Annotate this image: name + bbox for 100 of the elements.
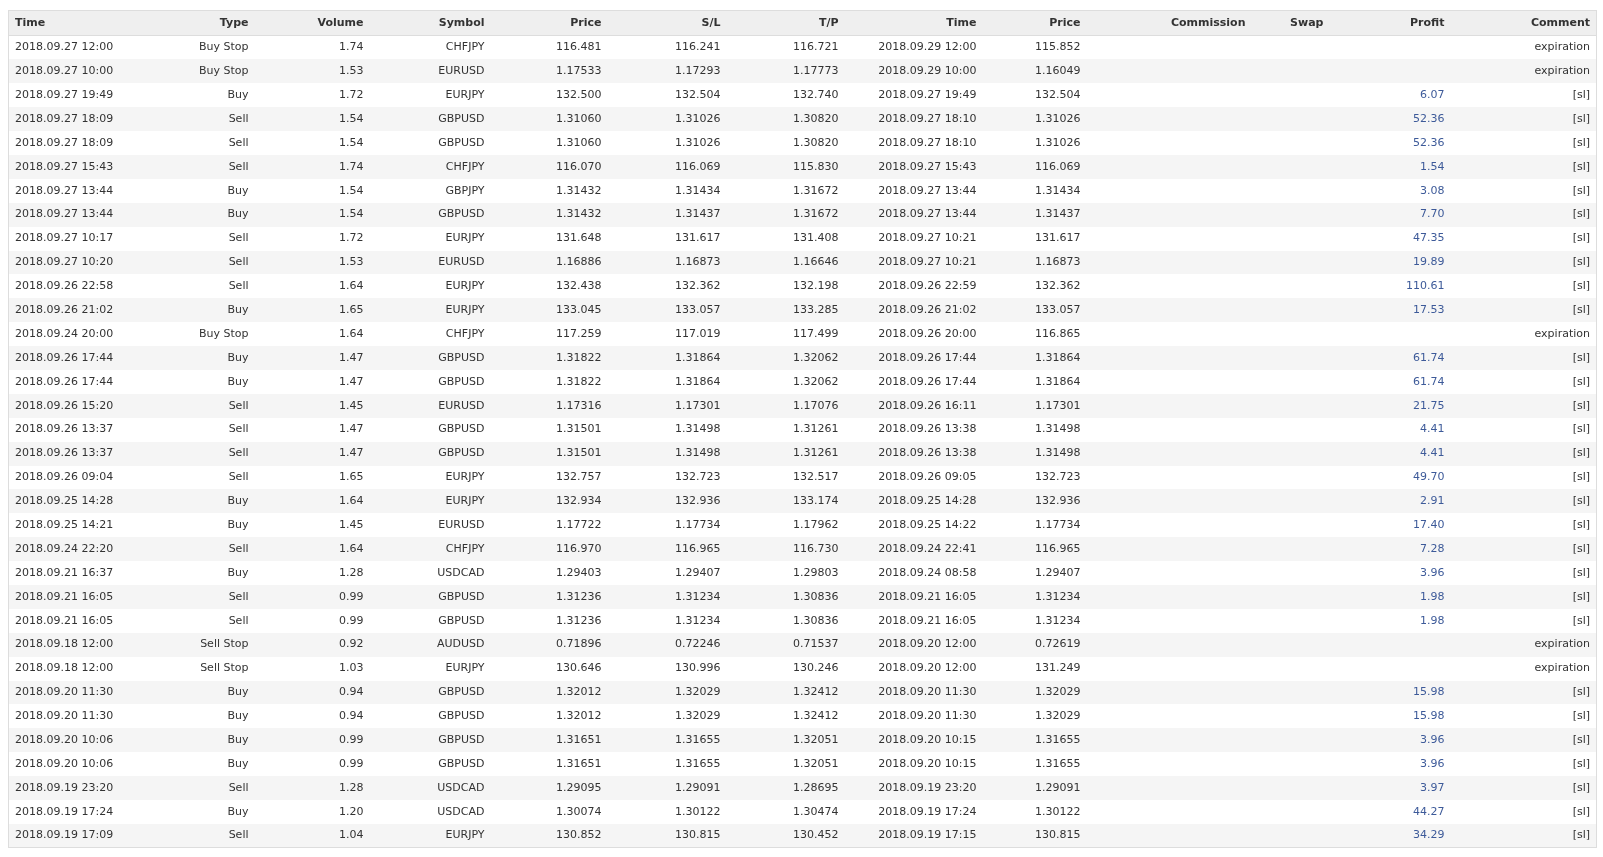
table-cell: 1.32012 — [490, 680, 608, 705]
table-cell: GBPUSD — [369, 131, 491, 155]
table-cell: 0.72246 — [607, 632, 727, 657]
table-cell: [sl] — [1450, 154, 1597, 179]
table-cell: 2018.09.20 10:06 — [8, 728, 119, 753]
table-cell: GBPUSD — [369, 441, 491, 466]
table-cell: 2018.09.19 23:20 — [844, 776, 983, 800]
table-cell: Sell Stop — [118, 656, 255, 681]
table-cell: Buy — [118, 369, 255, 394]
table-cell: 1.54 — [1329, 154, 1451, 179]
table-cell: 2018.09.20 12:00 — [844, 632, 983, 657]
table-cell: 1.32051 — [726, 752, 845, 777]
table-cell: 2018.09.21 16:37 — [8, 561, 119, 585]
table-cell: GBPUSD — [369, 417, 491, 442]
table-cell: 0.94 — [254, 680, 370, 705]
table-cell: [sl] — [1450, 202, 1597, 227]
table-cell: 130.996 — [607, 656, 727, 681]
table-cell: 130.815 — [982, 823, 1087, 848]
table-cell: 1.17962 — [726, 513, 845, 538]
table-cell: 0.99 — [254, 752, 370, 777]
table-cell: Sell — [118, 465, 255, 490]
column-header: S/L — [607, 10, 727, 36]
table-cell: 1.72 — [254, 83, 370, 108]
table-cell: 131.617 — [607, 226, 727, 251]
table-cell: EURJPY — [369, 226, 491, 251]
table-cell: 52.36 — [1329, 131, 1451, 155]
table-cell: [sl] — [1450, 298, 1597, 323]
table-cell: 1.32029 — [607, 704, 727, 729]
table-cell: 2018.09.20 10:06 — [8, 752, 119, 777]
table-cell: 2018.09.26 21:02 — [844, 298, 983, 323]
table-cell: 1.31864 — [982, 369, 1087, 394]
table-cell: [sl] — [1450, 561, 1597, 585]
table-cell: 1.31026 — [607, 131, 727, 155]
table-cell: 2018.09.26 20:00 — [844, 322, 983, 347]
column-header: Type — [118, 10, 255, 36]
table-cell: 1.32051 — [726, 728, 845, 753]
table-cell: 2018.09.18 12:00 — [8, 632, 119, 657]
table-cell: 131.648 — [490, 226, 608, 251]
table-cell: 2018.09.20 11:30 — [8, 680, 119, 705]
table-cell: EURJPY — [369, 656, 491, 681]
table-cell: 1.17722 — [490, 513, 608, 538]
table-cell: 131.408 — [726, 226, 845, 251]
table-cell: 1.31864 — [607, 369, 727, 394]
table-cell: 1.31651 — [490, 728, 608, 753]
table-cell: 2018.09.24 20:00 — [8, 322, 119, 347]
table-cell: Sell — [118, 417, 255, 442]
table-cell: [sl] — [1450, 226, 1597, 251]
table-cell: EURJPY — [369, 298, 491, 323]
table-cell: 1.31864 — [607, 346, 727, 370]
table-cell: 2018.09.26 09:05 — [844, 465, 983, 490]
table-cell: 1.28 — [254, 776, 370, 800]
table-cell: [sl] — [1450, 704, 1597, 729]
table-cell: 1.53 — [254, 250, 370, 275]
table-cell: Sell — [118, 585, 255, 609]
table-cell: Sell — [118, 274, 255, 299]
table-cell: 1.31432 — [490, 178, 608, 203]
table-cell: 1.29403 — [490, 561, 608, 585]
table-cell: 132.500 — [490, 83, 608, 108]
table-cell: 2018.09.26 13:37 — [8, 417, 119, 442]
table-cell: 1.31822 — [490, 369, 608, 394]
table-cell: 1.47 — [254, 369, 370, 394]
table-cell: 1.31261 — [726, 417, 845, 442]
table-cell: 2018.09.26 17:44 — [844, 346, 983, 370]
table-cell: 116.730 — [726, 537, 845, 562]
table-cell: [sl] — [1450, 489, 1597, 514]
table-cell: EURUSD — [369, 513, 491, 538]
table-cell: 2018.09.25 14:28 — [8, 489, 119, 514]
table-cell: 1.31655 — [607, 728, 727, 753]
table-cell: USDCAD — [369, 561, 491, 585]
column-header: Time — [8, 10, 119, 36]
table-cell: 116.965 — [607, 537, 727, 562]
table-cell: [sl] — [1450, 680, 1597, 705]
table-cell: expiration — [1450, 632, 1597, 657]
table-cell: 6.07 — [1329, 83, 1451, 108]
table-cell: expiration — [1450, 322, 1597, 347]
table-cell: Sell — [118, 537, 255, 562]
table-cell: 116.721 — [726, 35, 845, 60]
table-cell: EURJPY — [369, 83, 491, 108]
table-cell: CHFJPY — [369, 154, 491, 179]
table-cell: Buy — [118, 298, 255, 323]
table-cell: 0.99 — [254, 728, 370, 753]
table-cell: 1.29407 — [982, 561, 1087, 585]
table-cell: Buy — [118, 728, 255, 753]
table-cell: 2018.09.20 11:30 — [8, 704, 119, 729]
table-cell: 1.45 — [254, 513, 370, 538]
table-cell: Buy — [118, 680, 255, 705]
table-cell: 2018.09.29 12:00 — [844, 35, 983, 60]
table-cell: 1.65 — [254, 465, 370, 490]
table-cell: 2018.09.26 13:38 — [844, 417, 983, 442]
table-cell: GBPUSD — [369, 346, 491, 370]
table-cell: 2018.09.20 11:30 — [844, 680, 983, 705]
table-cell: 15.98 — [1329, 680, 1451, 705]
table-cell: 1.20 — [254, 800, 370, 824]
table-cell: 1.32062 — [726, 346, 845, 370]
table-cell: Buy — [118, 83, 255, 108]
table-cell: 1.31026 — [607, 107, 727, 132]
column-header: Comment — [1450, 10, 1597, 36]
table-cell: 1.31234 — [607, 608, 727, 633]
table-cell: 61.74 — [1329, 346, 1451, 370]
table-cell: 2018.09.27 15:43 — [844, 154, 983, 179]
